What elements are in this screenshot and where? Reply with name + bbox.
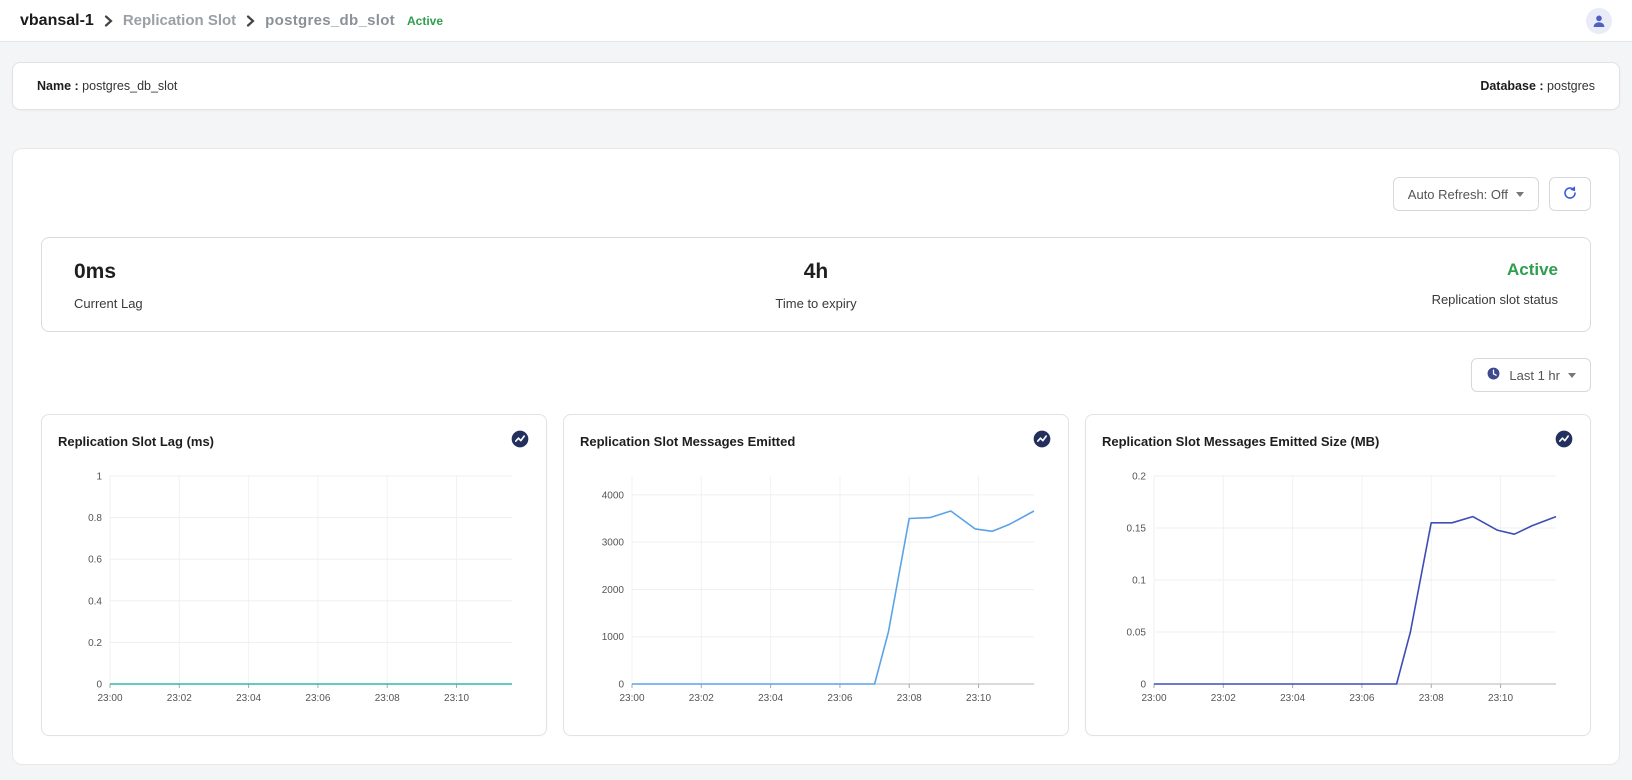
- chart-card-messages-emitted: Replication Slot Messages Emitted 23:002…: [563, 414, 1069, 736]
- svg-text:0.8: 0.8: [88, 513, 102, 524]
- svg-text:23:08: 23:08: [1419, 693, 1444, 704]
- svg-text:1000: 1000: [602, 632, 625, 643]
- chevron-down-icon: [1568, 373, 1576, 378]
- svg-text:23:06: 23:06: [827, 693, 852, 704]
- svg-text:23:04: 23:04: [1280, 693, 1305, 704]
- chart-title: Replication Slot Lag (ms): [58, 434, 214, 449]
- svg-text:0.2: 0.2: [1132, 472, 1146, 483]
- stat-slot-status: Active Replication slot status: [1063, 260, 1558, 311]
- slot-info-bar: Name : postgres_db_slot Database : postg…: [12, 62, 1620, 110]
- svg-text:0.2: 0.2: [88, 638, 102, 649]
- replication-slot-lag-chart: 23:00 23:02 23:04 23:06 23:08 23:10 0 0.2 0.4 0.6…: [58, 464, 530, 714]
- chart-badge-icon: [1032, 429, 1052, 454]
- slot-name-label: Name :: [37, 79, 79, 93]
- chart-card-replication-slot-lag: Replication Slot Lag (ms) 23:0023:0223:0…: [41, 414, 547, 736]
- svg-text:23:02: 23:02: [167, 693, 192, 704]
- chart-header: Replication Slot Messages Emitted: [580, 429, 1052, 454]
- svg-text:0: 0: [96, 680, 102, 691]
- chart-title: Replication Slot Messages Emitted: [580, 434, 795, 449]
- svg-text:23:02: 23:02: [1211, 693, 1236, 704]
- messages-emitted-chart: 23:00 23:02 23:04 23:06 23:08 23:10 0 1000 2000 3…: [580, 464, 1052, 714]
- svg-text:4000: 4000: [602, 490, 625, 501]
- slot-status-label: Replication slot status: [1063, 292, 1558, 307]
- chart-title: Replication Slot Messages Emitted Size (…: [1102, 434, 1379, 449]
- current-lag-label: Current Lag: [74, 296, 569, 311]
- stat-time-to-expiry: 4h Time to expiry: [569, 260, 1064, 311]
- svg-text:23:06: 23:06: [305, 693, 330, 704]
- svg-text:23:04: 23:04: [758, 693, 783, 704]
- svg-text:0: 0: [618, 680, 624, 691]
- chart-badge-icon: [510, 429, 530, 454]
- time-range-dropdown[interactable]: Last 1 hr: [1471, 358, 1591, 392]
- metrics-panel: Auto Refresh: Off 0ms Current Lag 4h Tim…: [12, 148, 1620, 765]
- top-header: vbansal-1 Replication Slot postgres_db_s…: [0, 0, 1632, 42]
- breadcrumb-universe[interactable]: vbansal-1: [20, 12, 94, 30]
- chart-badge-icon: [1554, 429, 1574, 454]
- metrics-toolbar: Auto Refresh: Off: [41, 177, 1591, 211]
- chevron-right-icon: [104, 15, 113, 27]
- svg-text:1: 1: [96, 472, 102, 483]
- svg-text:23:04: 23:04: [236, 693, 261, 704]
- time-to-expiry-value: 4h: [569, 260, 1064, 284]
- slot-name-value: postgres_db_slot: [82, 79, 177, 93]
- slot-database: Database : postgres: [1480, 79, 1595, 93]
- svg-text:0.4: 0.4: [88, 596, 102, 607]
- refresh-icon: [1562, 185, 1578, 204]
- slot-database-value: postgres: [1547, 79, 1595, 93]
- svg-text:23:02: 23:02: [689, 693, 714, 704]
- svg-text:3000: 3000: [602, 538, 625, 549]
- stats-summary: 0ms Current Lag 4h Time to expiry Active…: [41, 237, 1591, 332]
- svg-text:0.15: 0.15: [1127, 524, 1147, 535]
- slot-name: Name : postgres_db_slot: [37, 79, 177, 93]
- time-to-expiry-label: Time to expiry: [569, 296, 1064, 311]
- svg-text:0.05: 0.05: [1127, 628, 1147, 639]
- svg-text:0.1: 0.1: [1132, 576, 1146, 587]
- svg-text:23:00: 23:00: [97, 693, 122, 704]
- chevron-right-icon: [246, 15, 255, 27]
- svg-text:23:08: 23:08: [375, 693, 400, 704]
- time-range-label: Last 1 hr: [1509, 368, 1560, 383]
- svg-text:23:00: 23:00: [619, 693, 644, 704]
- user-avatar-icon[interactable]: [1586, 8, 1612, 34]
- svg-text:0: 0: [1140, 680, 1146, 691]
- svg-text:23:10: 23:10: [966, 693, 991, 704]
- slot-database-label: Database :: [1480, 79, 1543, 93]
- stat-current-lag: 0ms Current Lag: [74, 260, 569, 311]
- svg-text:23:00: 23:00: [1141, 693, 1166, 704]
- svg-text:0.6: 0.6: [88, 555, 102, 566]
- refresh-button[interactable]: [1549, 177, 1591, 211]
- chevron-down-icon: [1516, 192, 1524, 197]
- chart-header: Replication Slot Messages Emitted Size (…: [1102, 429, 1574, 454]
- time-range-row: Last 1 hr: [41, 358, 1591, 392]
- svg-text:2000: 2000: [602, 585, 625, 596]
- auto-refresh-label: Auto Refresh: Off: [1408, 187, 1508, 202]
- svg-text:23:06: 23:06: [1349, 693, 1374, 704]
- status-badge: Active: [407, 14, 443, 28]
- svg-text:23:08: 23:08: [897, 693, 922, 704]
- clock-icon: [1486, 366, 1501, 384]
- svg-text:23:10: 23:10: [1488, 693, 1513, 704]
- chart-card-messages-emitted-size: Replication Slot Messages Emitted Size (…: [1085, 414, 1591, 736]
- chart-header: Replication Slot Lag (ms): [58, 429, 530, 454]
- svg-text:23:10: 23:10: [444, 693, 469, 704]
- breadcrumb-section[interactable]: Replication Slot: [123, 12, 236, 29]
- breadcrumb-slot[interactable]: postgres_db_slot: [265, 12, 395, 29]
- charts-row: Replication Slot Lag (ms) 23:0023:0223:0…: [41, 414, 1591, 736]
- current-lag-value: 0ms: [74, 260, 569, 284]
- auto-refresh-dropdown[interactable]: Auto Refresh: Off: [1393, 177, 1539, 211]
- messages-emitted-size-chart: 23:00 23:02 23:04 23:06 23:08 23:10 0 0.05 0.1 0.…: [1102, 464, 1574, 714]
- breadcrumb: vbansal-1 Replication Slot postgres_db_s…: [20, 12, 443, 30]
- slot-status-value: Active: [1063, 260, 1558, 280]
